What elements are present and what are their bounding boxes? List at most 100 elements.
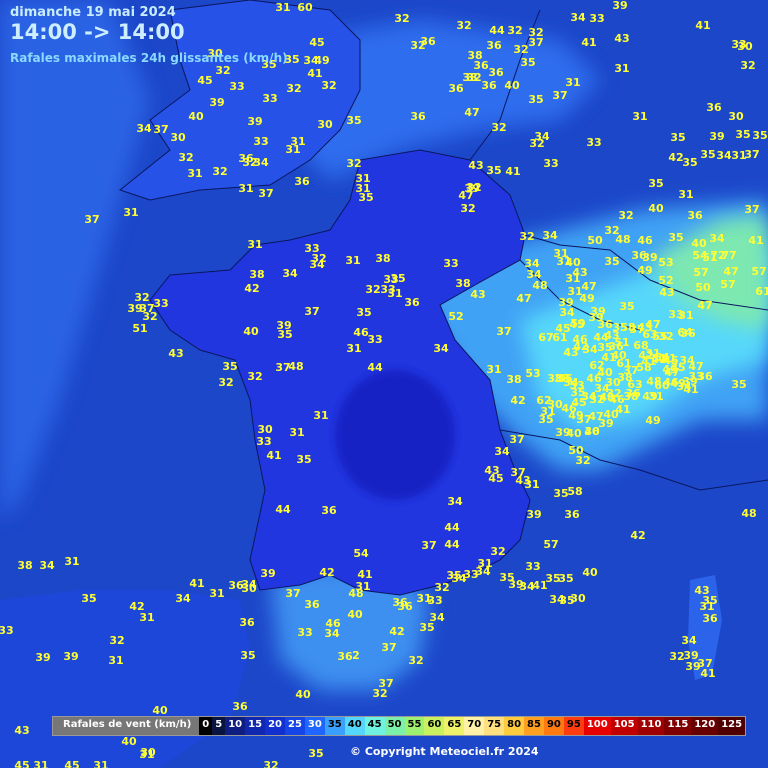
central-dark-zone [335,370,455,500]
station-value: 35 [752,129,767,142]
station-value: 37 [258,187,273,200]
station-value: 31 [648,390,663,403]
station-value: 31 [139,748,154,761]
station-value: 53 [525,367,540,380]
station-value: 34 [447,495,463,508]
station-value: 45 [309,36,324,49]
station-value: 39 [685,660,700,673]
station-value: 31 [33,759,48,768]
station-value: 43 [14,724,29,737]
legend-cell: 85 [524,717,544,735]
station-value: 42 [244,282,259,295]
station-value: 40 [648,202,664,215]
station-value: 30 [317,118,333,131]
station-value: 35 [558,572,573,585]
legend-cell: 25 [284,717,305,735]
station-value: 33 [0,624,14,637]
station-value: 2 [352,649,360,662]
station-value: 47 [723,265,738,278]
station-value: 35 [356,306,371,319]
legend-cell: 55 [404,717,425,735]
station-value: 33 [589,12,604,25]
station-value: 35 [240,649,255,662]
station-value: 33 [525,560,540,573]
station-value: 40 [295,688,311,701]
station-value: 32 [215,64,230,77]
station-value: 45 [197,74,212,87]
station-value: 42 [510,394,525,407]
station-value: 34 [542,229,558,242]
station-value: 35 [604,255,619,268]
station-value: 32 [434,581,449,594]
legend-cell: 115 [664,717,692,735]
station-value: 34 [716,149,732,162]
station-value: 60 [297,1,313,14]
station-value: 30 [170,131,186,144]
station-value: 51 [132,322,147,335]
station-value: 39 [558,296,573,309]
station-value: 35 [81,592,96,605]
station-value: 32 [589,393,604,406]
station-value: 39 [590,305,605,318]
station-value: 41 [748,234,763,247]
station-value: 39 [260,567,275,580]
station-value: 34 [429,611,445,624]
station-value: 34 [175,592,191,605]
wind-map: 31 60 3934 333232 44 32 3237 41 43413330323045 36… [0,0,768,768]
station-value: 30 [241,582,257,595]
station-value: 32 [740,59,755,72]
legend-cell: 0 [199,717,213,735]
station-value: 35 [358,191,373,204]
station-value: 31 [524,478,539,491]
station-value: 40 [582,566,598,579]
station-value: 41 [581,36,596,49]
station-value: 57 [543,538,558,551]
legend-cell: 110 [637,717,665,735]
station-value: 38 [375,252,390,265]
station-value: 32 [519,230,534,243]
legend-cell: 10 [225,717,246,735]
station-value: 53 [658,256,673,269]
station-value: 42 [319,566,334,579]
station-value: 32 [218,376,233,389]
station-value: 31 [346,342,361,355]
station-value: 31 [678,309,693,322]
station-value: 32 [618,209,633,222]
station-value: 35 [735,128,750,141]
station-value: 37 [528,36,543,49]
legend-cell: 5 [212,717,226,735]
station-value: 50 [695,281,711,294]
legend-cell: 35 [324,717,345,735]
station-value: 45 [488,472,503,485]
station-value: 36 [321,504,337,517]
station-value: 38 [623,390,638,403]
station-value: 35 [446,569,461,582]
station-value: 45 [14,759,29,768]
station-value: 31 [285,143,300,156]
station-value: 32 [321,79,336,92]
station-value: 32 [247,370,262,383]
station-value: 34 [282,267,298,280]
station-value: 35 [222,360,237,373]
station-value: 34 [39,559,55,572]
station-value: 37 [744,203,759,216]
legend-cell: 80 [504,717,525,735]
station-value: 31 [345,254,360,267]
station-value: 32 [466,71,481,84]
station-value: 34 [309,258,325,271]
station-value: 36 [239,616,255,629]
station-value: 33 [153,297,168,310]
station-value: 36 [294,175,310,188]
station-value: 31 [289,426,304,439]
station-value: 33 [297,626,312,639]
station-value: 32 [529,137,544,150]
legend-cell: 70 [464,717,485,735]
station-value: 32 [456,19,471,32]
station-value: 39 [526,508,541,521]
station-value: 32 [410,39,425,52]
station-value: 49 [645,414,660,427]
station-value: 37 [285,587,300,600]
color-legend: Rafales de vent (km/h) 0 5 10 15 20 25 30 35 40 4… [52,716,747,736]
station-value: 31 [678,188,693,201]
station-value: 31 [123,206,138,219]
